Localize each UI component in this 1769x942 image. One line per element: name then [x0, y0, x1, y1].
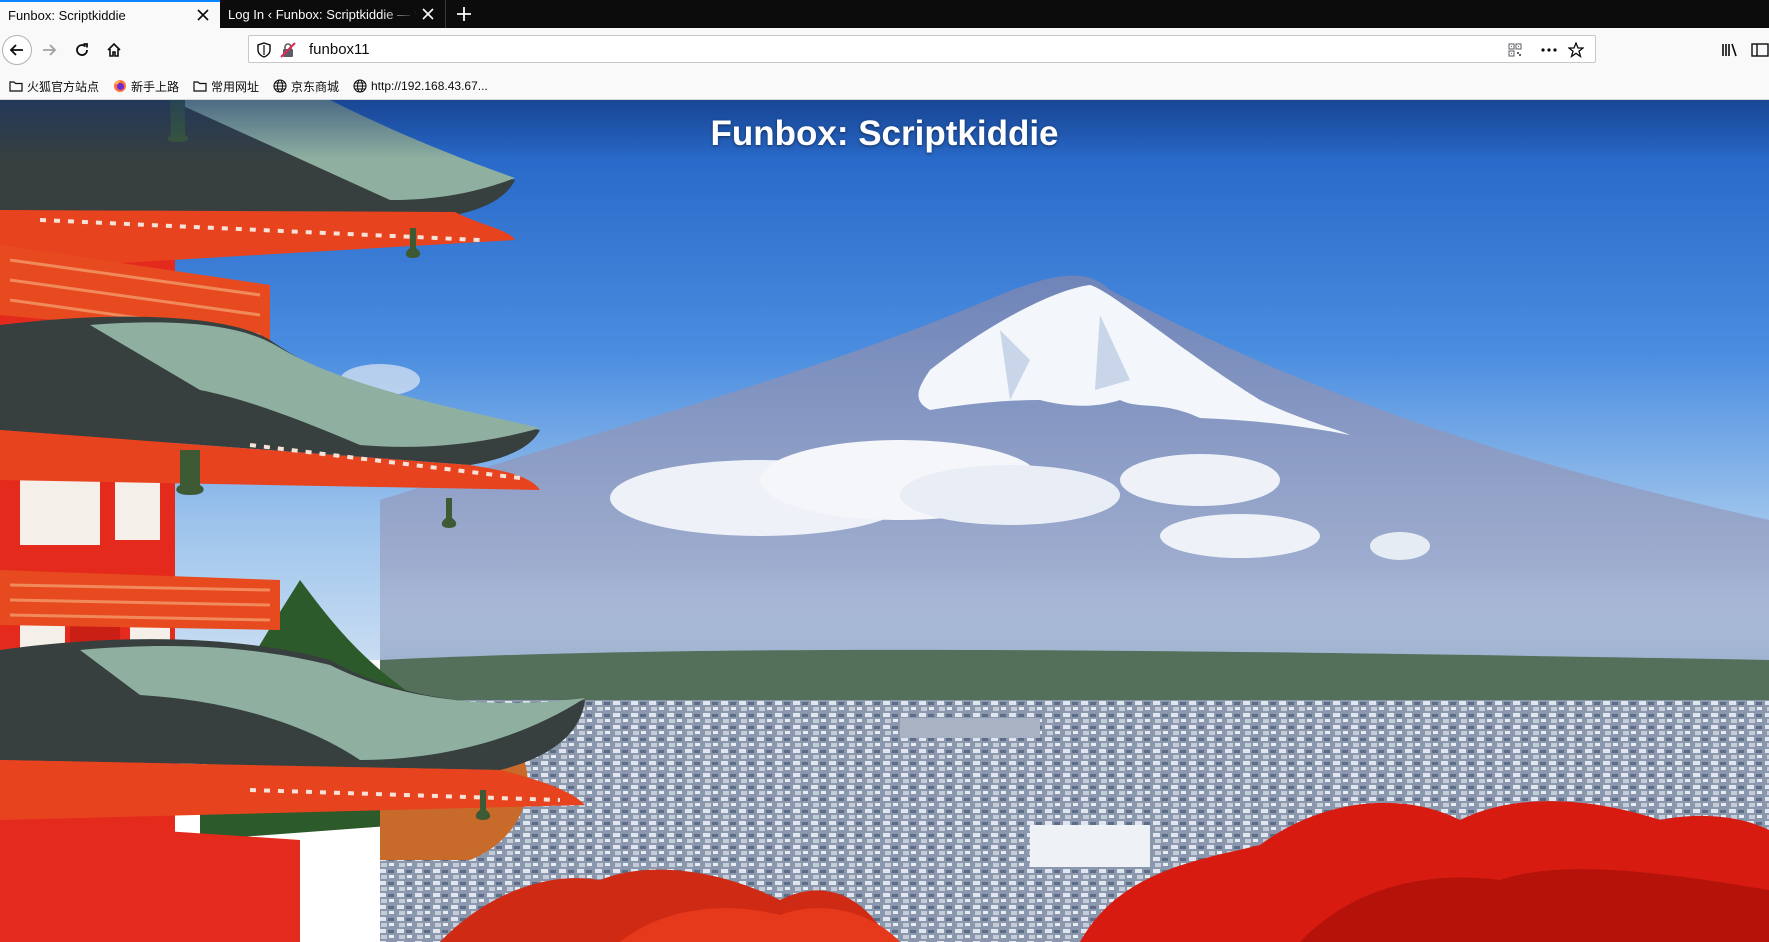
- close-icon[interactable]: [417, 3, 439, 25]
- insecure-lock-icon[interactable]: [279, 41, 297, 59]
- bookmark-item[interactable]: 常用网址: [193, 76, 259, 96]
- tab-strip: Funbox: Scriptkiddie Log In ‹ Funbox: Sc…: [0, 0, 1769, 28]
- bookmark-label: 常用网址: [211, 79, 260, 94]
- folder-icon: [9, 81, 23, 92]
- home-icon: [107, 42, 121, 57]
- bookmark-item[interactable]: 京东商城: [273, 76, 339, 96]
- close-icon[interactable]: [192, 4, 214, 26]
- address-bar[interactable]: funbox11: [248, 35, 1596, 63]
- library-icon: [1722, 43, 1737, 57]
- tab-funbox-scriptkiddie[interactable]: Funbox: Scriptkiddie: [0, 0, 220, 28]
- navigation-toolbar: funbox11: [0, 28, 1769, 72]
- bookmark-label: 火狐官方站点: [27, 79, 100, 94]
- background-image: [0, 100, 1769, 942]
- tab-title: Log In ‹ Funbox: Scriptkiddie — WordPres…: [228, 6, 417, 22]
- tab-login[interactable]: Log In ‹ Funbox: Scriptkiddie — WordPres…: [220, 0, 446, 28]
- tab-title: Funbox: Scriptkiddie: [8, 7, 126, 23]
- home-button[interactable]: [99, 35, 129, 65]
- page-title: Funbox: Scriptkiddie: [710, 114, 1059, 153]
- bookmark-label: 新手上路: [131, 79, 180, 94]
- bookmarks-toolbar: 火狐官方站点 新手上路 常用网址 京东商城 http://192.168.43.…: [0, 72, 1769, 100]
- plus-icon: [457, 7, 471, 21]
- sidebar-button[interactable]: [1748, 38, 1769, 62]
- new-tab-button[interactable]: [452, 2, 476, 26]
- reload-icon: [76, 43, 88, 56]
- shield-icon[interactable]: [255, 41, 273, 59]
- library-button[interactable]: [1718, 38, 1742, 62]
- bookmark-item[interactable]: http://192.168.43.67...: [353, 76, 488, 96]
- bookmark-item[interactable]: 新手上路: [113, 76, 179, 96]
- url-text: funbox11: [309, 41, 370, 58]
- bookmark-star-icon[interactable]: [1567, 41, 1585, 59]
- firefox-icon: [114, 80, 126, 92]
- folder-icon: [193, 81, 207, 92]
- bookmark-label: http://192.168.43.67...: [371, 79, 488, 93]
- sidebar-icon: [1751, 43, 1769, 57]
- qr-code-icon[interactable]: [1506, 41, 1524, 59]
- forward-button[interactable]: [34, 35, 64, 65]
- forward-arrow-icon: [43, 44, 57, 56]
- back-button[interactable]: [2, 35, 32, 65]
- reload-button[interactable]: [67, 35, 97, 65]
- bookmark-label: 京东商城: [291, 79, 340, 94]
- back-arrow-icon: [9, 44, 23, 56]
- globe-icon: [273, 79, 287, 93]
- globe-icon: [353, 79, 367, 93]
- more-dots-icon[interactable]: [1540, 41, 1558, 59]
- bookmark-item[interactable]: 火狐官方站点: [9, 76, 99, 96]
- page-content: Funbox: Scriptkiddie: [0, 100, 1769, 942]
